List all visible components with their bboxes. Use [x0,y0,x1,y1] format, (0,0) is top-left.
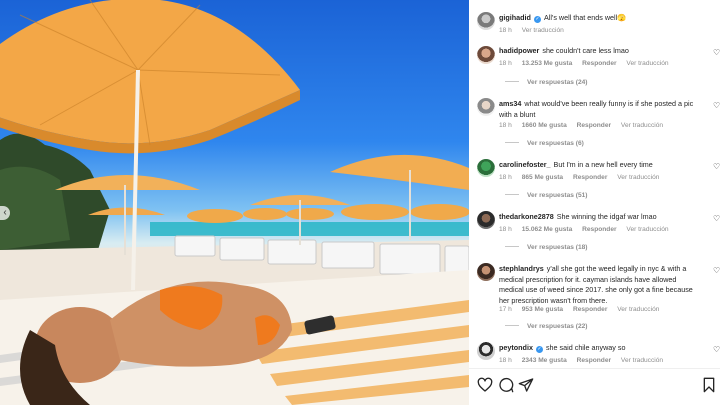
comment-meta: 18 h 15.062 Me gusta Responder Ver tradu… [499,226,677,233]
replies-count: Ver respuestas (22) [527,323,588,330]
comment-text: thedarkone2878 She winning the idgaf war … [499,212,701,223]
replies-count: Ver respuestas (18) [527,244,588,251]
translate-link[interactable]: Ver traducción [617,174,659,181]
heart-small-icon[interactable]: ♡ [713,214,720,223]
comment-time: 18 h [499,357,512,364]
comment-time: 17 h [499,306,512,313]
view-replies-link[interactable]: Ver respuestas (18) [505,244,587,251]
avatar[interactable] [477,98,495,116]
comment-meta: 18 h 2343 Me gusta Responder Ver traducc… [499,357,671,364]
reply-link[interactable]: Responder [577,122,611,129]
verified-badge-icon: ✓ [535,346,543,353]
replies-dash [505,325,519,326]
comment-body: what would've been really funny is if sh… [499,99,694,119]
comment-text: ams34 what would've been really funny is … [499,99,701,120]
avatar[interactable] [477,12,495,30]
comment-likes[interactable]: 2343 Me gusta [522,357,567,364]
avatar[interactable] [477,263,495,281]
post-photo[interactable]: ‹ [0,0,469,405]
replies-dash [505,246,519,247]
heart-small-icon[interactable]: ♡ [713,101,720,110]
caption-time: 18 h [499,27,512,34]
reply-link[interactable]: Responder [577,357,611,364]
view-replies-link[interactable]: Ver respuestas (22) [505,323,587,330]
translate-link[interactable]: Ver traducción [522,27,564,34]
comment-username[interactable]: thedarkone2878 [499,212,554,221]
verified-badge-icon: ✓ [533,16,541,23]
avatar[interactable] [477,46,495,64]
comment-text: carolinefoster_ But I'm in a new hell eve… [499,160,701,171]
translate-link[interactable]: Ver traducción [617,306,659,313]
avatar[interactable] [477,211,495,229]
comment-likes[interactable]: 13.253 Me gusta [522,60,573,67]
heart-icon[interactable] [477,377,493,393]
beach-photo-illustration [0,0,469,405]
comment-likes[interactable]: 953 Me gusta [522,306,563,313]
post-action-bar [469,368,720,405]
comment-username[interactable]: ams34 [499,99,521,108]
bookmark-icon[interactable] [701,377,717,393]
heart-small-icon[interactable]: ♡ [713,266,720,275]
heart-small-icon[interactable]: ♡ [713,48,720,57]
comment-time: 18 h [499,226,512,233]
comment-time: 18 h [499,174,512,181]
replies-count: Ver respuestas (51) [527,192,588,199]
reply-link[interactable]: Responder [573,306,607,313]
caption-body: All's well that ends well🫣 [543,13,627,22]
translate-link[interactable]: Ver traducción [621,357,663,364]
comment-icon[interactable] [498,377,514,393]
comment-username[interactable]: hadidpower [499,46,539,55]
heart-small-icon[interactable]: ♡ [713,345,720,354]
avatar[interactable] [477,159,495,177]
replies-count: Ver respuestas (6) [527,140,584,147]
comment-body: But I'm in a new hell every time [553,160,653,169]
heart-small-icon[interactable]: ♡ [713,162,720,171]
caption-meta: 18 h Ver traducción [499,27,572,34]
comment-likes[interactable]: 1660 Me gusta [522,122,567,129]
comment-text: peytondix ✓ she said chile anyway so [499,343,701,354]
send-icon[interactable] [518,377,534,393]
caption-text: gigihadid ✓ All's well that ends well🫣 [499,13,701,24]
comments-list[interactable]: gigihadid ✓ All's well that ends well🫣 18 … [469,0,720,368]
comment-username[interactable]: stephlandrys [499,264,544,273]
comment-meta: 18 h 1660 Me gusta Responder Ver traducc… [499,122,671,129]
avatar[interactable] [477,342,495,360]
reply-link[interactable]: Responder [573,174,607,181]
view-replies-link[interactable]: Ver respuestas (51) [505,192,587,199]
translate-link[interactable]: Ver traducción [626,226,668,233]
comment-username[interactable]: carolinefoster_ [499,160,551,169]
comment-meta: 17 h 953 Me gusta Responder Ver traducci… [499,306,667,313]
caption-username[interactable]: gigihadid [499,13,531,22]
replies-dash [505,81,519,82]
view-replies-link[interactable]: Ver respuestas (24) [505,79,587,86]
reply-link[interactable]: Responder [582,226,616,233]
comment-likes[interactable]: 865 Me gusta [522,174,563,181]
comment-username[interactable]: peytondix [499,343,533,352]
comment-body: she couldn't care less lmao [542,46,629,55]
view-replies-link[interactable]: Ver respuestas (6) [505,140,584,147]
comment-text: stephlandrys y'all she got the weed legal… [499,264,701,306]
replies-dash [505,142,519,143]
comments-panel: gigihadid ✓ All's well that ends well🫣 18 … [469,0,720,405]
replies-dash [505,194,519,195]
comment-likes[interactable]: 15.062 Me gusta [522,226,573,233]
comment-text: hadidpower she couldn't care less lmao [499,46,701,57]
comment-time: 18 h [499,60,512,67]
replies-count: Ver respuestas (24) [527,79,588,86]
comment-time: 18 h [499,122,512,129]
comment-meta: 18 h 865 Me gusta Responder Ver traducci… [499,174,667,181]
comment-meta: 18 h 13.253 Me gusta Responder Ver tradu… [499,60,677,67]
reply-link[interactable]: Responder [582,60,616,67]
comment-body: she said chile anyway so [545,343,626,352]
comment-body: She winning the idgaf war lmao [556,212,657,221]
translate-link[interactable]: Ver traducción [626,60,668,67]
translate-link[interactable]: Ver traducción [621,122,663,129]
